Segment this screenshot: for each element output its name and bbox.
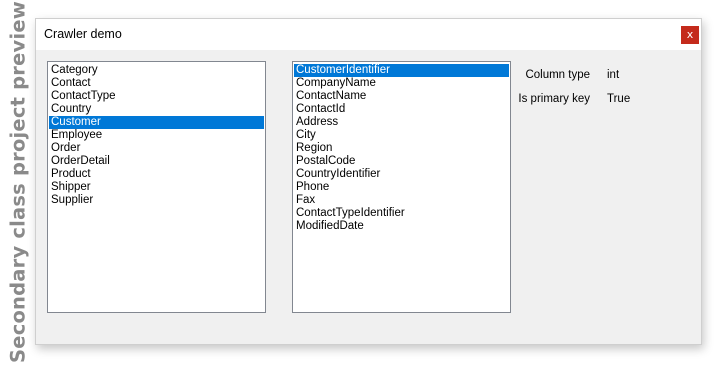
app-window: Crawler demo x Category Contact ContactTyp… bbox=[35, 18, 702, 345]
title-bar: Crawler demo x bbox=[36, 19, 701, 50]
column-type-label: Column type bbox=[525, 69, 590, 81]
column-list-item[interactable]: City bbox=[294, 129, 509, 142]
column-list-item[interactable]: CountryIdentifier bbox=[294, 168, 509, 181]
column-list-item[interactable]: CompanyName bbox=[294, 77, 509, 90]
table-list-item[interactable]: Customer bbox=[49, 116, 264, 129]
table-list-item[interactable]: Contact bbox=[49, 77, 264, 90]
column-list-item[interactable]: CustomerIdentifier bbox=[294, 64, 509, 77]
watermark-text: Secondary class project preview bbox=[6, 1, 30, 363]
window-title: Crawler demo bbox=[44, 27, 122, 41]
table-list-item[interactable]: Supplier bbox=[49, 194, 264, 207]
column-list-item[interactable]: Address bbox=[294, 116, 509, 129]
column-list-item[interactable]: Fax bbox=[294, 194, 509, 207]
column-type-value: int bbox=[607, 69, 620, 81]
column-list-item[interactable]: Region bbox=[294, 142, 509, 155]
column-list-item[interactable]: ContactName bbox=[294, 90, 509, 103]
watermark: Secondary class project preview bbox=[5, 1, 31, 363]
table-list-item[interactable]: Shipper bbox=[49, 181, 264, 194]
table-list-item[interactable]: Employee bbox=[49, 129, 264, 142]
primary-key-value: True bbox=[607, 93, 631, 105]
column-list-item[interactable]: PostalCode bbox=[294, 155, 509, 168]
table-list-item[interactable]: Category bbox=[49, 64, 264, 77]
table-list-item[interactable]: ContactType bbox=[49, 90, 264, 103]
table-list-item[interactable]: OrderDetail bbox=[49, 155, 264, 168]
tables-listbox[interactable]: Category Contact ContactType Country Custome… bbox=[47, 61, 266, 313]
column-list-item[interactable]: ModifiedDate bbox=[294, 220, 509, 233]
table-list-item[interactable]: Country bbox=[49, 103, 264, 116]
column-list-item[interactable]: Phone bbox=[294, 181, 509, 194]
primary-key-label: Is primary key bbox=[518, 93, 590, 105]
table-list-item[interactable]: Product bbox=[49, 168, 264, 181]
table-list-item[interactable]: Order bbox=[49, 142, 264, 155]
close-button[interactable]: x bbox=[681, 26, 699, 44]
column-list-item[interactable]: ContactId bbox=[294, 103, 509, 116]
column-list-item[interactable]: ContactTypeIdentifier bbox=[294, 207, 509, 220]
columns-listbox[interactable]: CustomerIdentifier CompanyName ContactName… bbox=[292, 61, 511, 313]
